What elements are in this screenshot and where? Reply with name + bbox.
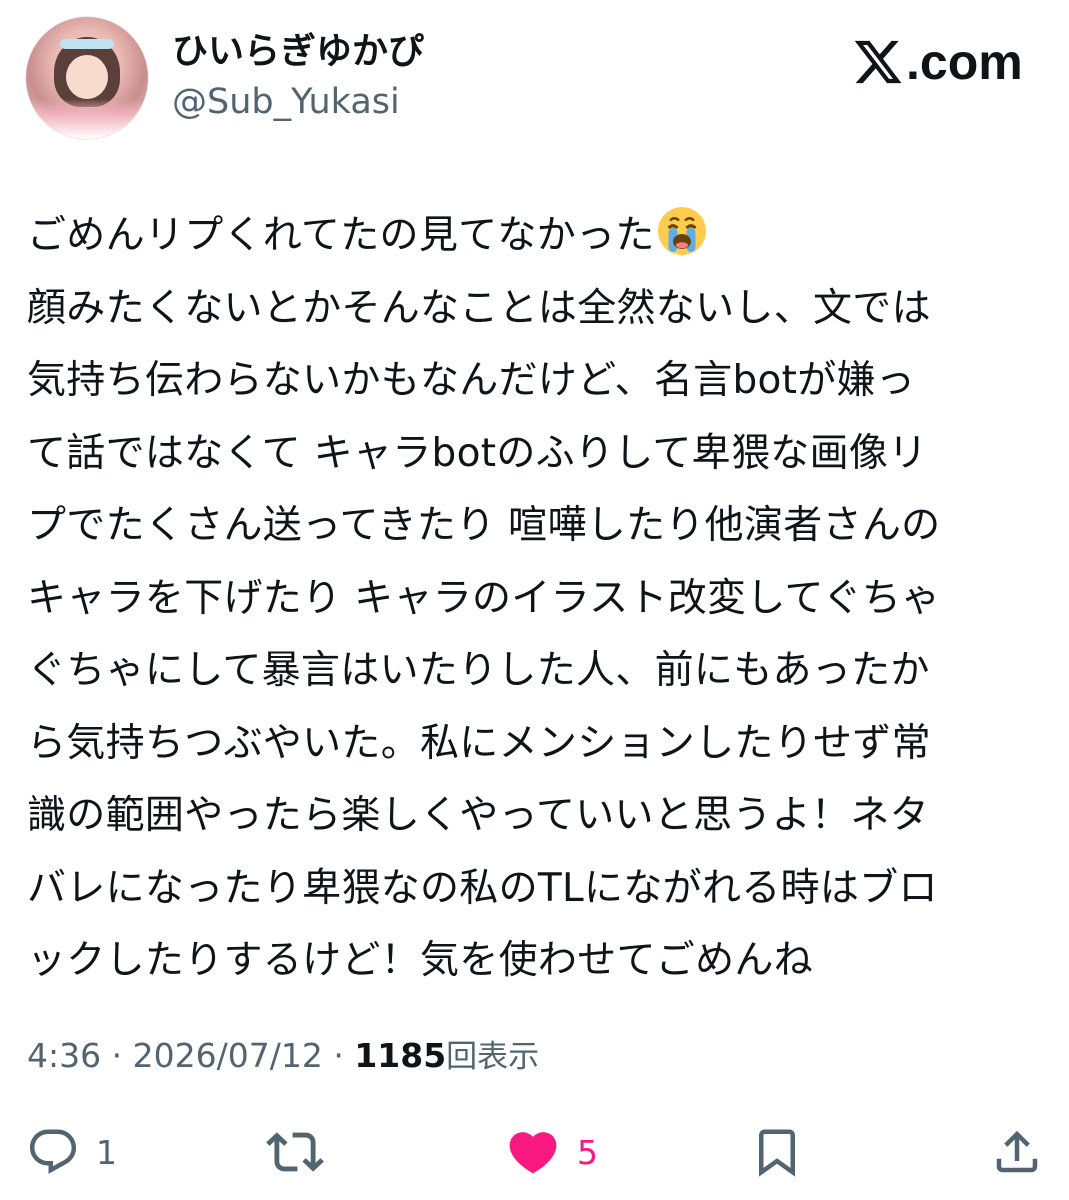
- tweet-line: 顔みたくないとかそんなことは全然ないし、文では: [27, 285, 931, 331]
- like-count: 5: [577, 1132, 598, 1172]
- tweet-text: ごめんリプくれてたの見てなかった 顔みたくないとかそんなことは全然ないし、文では…: [27, 200, 1047, 998]
- avatar[interactable]: [25, 16, 149, 140]
- meta-separator: ·: [333, 1036, 344, 1075]
- tweet-actions: 1 5: [0, 1110, 1069, 1190]
- share-button[interactable]: [990, 1124, 1044, 1180]
- retweet-icon: [266, 1132, 324, 1172]
- share-icon: [996, 1130, 1038, 1173]
- tweet-line: ックしたりするけど！気を使わせてごめんね: [27, 938, 814, 983]
- tweet-time[interactable]: 4:36: [27, 1036, 101, 1075]
- avatar-flowers: [26, 99, 148, 139]
- reply-count: 1: [96, 1132, 117, 1172]
- tweet-line: バレになったり卑猥なの私のTLにながれる時はブロ: [27, 865, 938, 911]
- tweet-line: ごめんリプくれてたの見てなかった: [27, 200, 1047, 273]
- like-button[interactable]: 5: [505, 1124, 598, 1180]
- display-name[interactable]: ひいらぎゆかぴ: [172, 30, 424, 74]
- tweet-line: 識の範囲やったら楽しくやっていいと思うよ！ネタ: [27, 793, 929, 838]
- tweet-meta: 4:36 · 2026/07/12 · 1185回表示: [27, 1032, 539, 1081]
- brand-domain: .com: [906, 34, 1023, 90]
- reply-button[interactable]: 1: [26, 1124, 117, 1180]
- x-logo-icon: [854, 40, 902, 84]
- bookmark-icon: [759, 1129, 795, 1177]
- avatar-face: [66, 55, 108, 99]
- tweet-line: て話ではなくて キャラbotのふりして卑猥な画像リ: [27, 430, 928, 476]
- tweet-date[interactable]: 2026/07/12: [133, 1036, 323, 1075]
- tweet-line: ぐちゃにして暴言はいたりした人、前にもあったか: [27, 648, 930, 693]
- view-count: 1185: [354, 1036, 447, 1075]
- retweet-button[interactable]: [266, 1124, 324, 1180]
- avatar-headband: [60, 39, 114, 49]
- view-label: 回表示: [446, 1039, 540, 1075]
- tweet-header: ひいらぎゆかぴ @Sub_Yukasi .com: [0, 0, 1069, 150]
- meta-separator: ·: [111, 1036, 123, 1075]
- tweet-line: ら気持ちつぶやいた。私にメンションしたりせず常: [27, 720, 931, 766]
- reply-icon: [29, 1129, 77, 1174]
- tweet-line: キャラを下げたり キャラのイラスト改変してぐちゃ: [27, 575, 941, 621]
- heart-icon: [509, 1132, 557, 1174]
- tweet-line: 気持ち伝わらないかもなんだけど、名言botが嫌っ: [27, 358, 916, 403]
- crying-face-icon: [657, 207, 706, 255]
- bookmark-button[interactable]: [750, 1124, 804, 1180]
- x-brand: .com: [852, 32, 1023, 92]
- tweet-line: プでたくさん送ってきたり 喧嘩したり他演者さんの: [27, 503, 941, 548]
- user-handle[interactable]: @Sub_Yukasi: [172, 80, 400, 124]
